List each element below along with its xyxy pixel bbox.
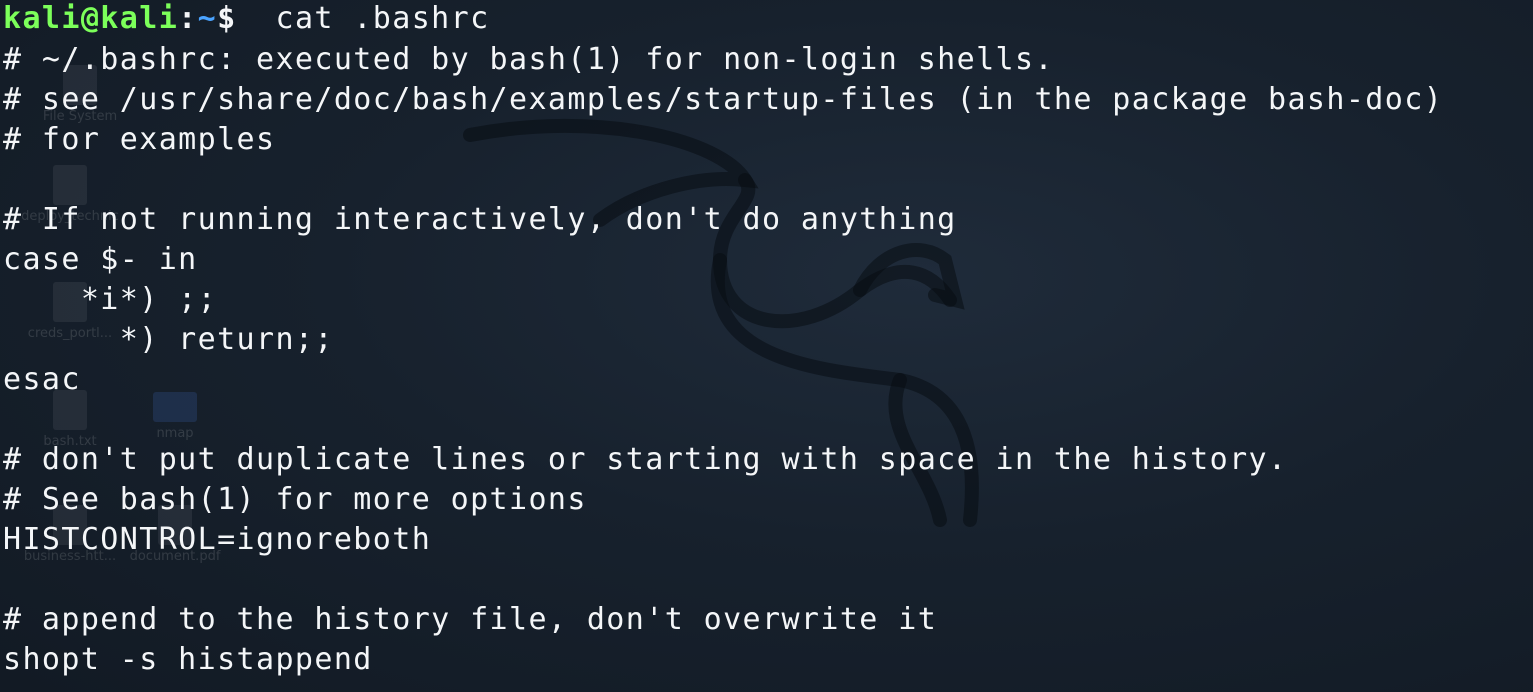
- prompt-line: kali@kali:~$ cat .bashrc: [3, 0, 1533, 40]
- prompt-user-host: kali@kali: [3, 1, 179, 36]
- output-line: # see /usr/share/doc/bash/examples/start…: [3, 82, 1444, 117]
- output-line: case $- in: [3, 242, 198, 277]
- output-line: *) return;;: [3, 322, 334, 357]
- output-line: # append to the history file, don't over…: [3, 602, 938, 637]
- prompt-symbol: $: [217, 1, 237, 36]
- output-line: esac: [3, 362, 81, 397]
- prompt-separator: :: [178, 1, 198, 36]
- output-line: HISTCONTROL=ignoreboth: [3, 522, 432, 557]
- output-line: # If not running interactively, don't do…: [3, 202, 957, 237]
- output-line: # See bash(1) for more options: [3, 482, 587, 517]
- terminal-window[interactable]: kali@kali:~$ cat .bashrc # ~/.bashrc: ex…: [0, 0, 1533, 692]
- output-line: shopt -s histappend: [3, 642, 373, 677]
- prompt-path: ~: [197, 1, 218, 36]
- command-text: cat .bashrc: [236, 1, 490, 36]
- output-line: # ~/.bashrc: executed by bash(1) for non…: [3, 42, 1054, 77]
- output-line: # for examples: [3, 122, 276, 157]
- output-line: *i*) ;;: [3, 282, 218, 317]
- output-line: # don't put duplicate lines or starting …: [3, 442, 1288, 477]
